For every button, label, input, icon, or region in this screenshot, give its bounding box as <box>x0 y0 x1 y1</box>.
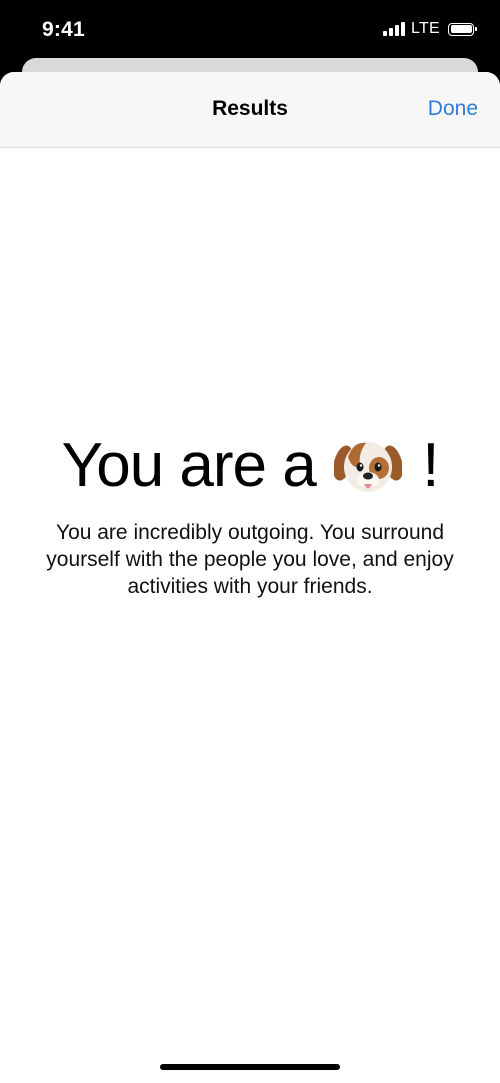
result-content: You are a ! You are incredibly outgoing.… <box>0 430 500 600</box>
done-button[interactable]: Done <box>428 97 478 121</box>
battery-icon <box>448 22 477 36</box>
status-bar: 9:41 LTE <box>0 0 500 60</box>
network-label: LTE <box>410 20 440 37</box>
signal-icon <box>382 22 405 36</box>
result-prefix: You are a <box>61 431 317 500</box>
status-indicators: LTE <box>382 20 477 38</box>
navigation-bar: Results Done <box>0 72 500 148</box>
result-description: You are incredibly outgoing. You surroun… <box>46 520 454 598</box>
result-suffix: ! <box>422 431 439 500</box>
dog-face-icon <box>333 441 402 492</box>
home-indicator[interactable] <box>160 1064 340 1070</box>
status-time: 9:41 <box>42 18 85 41</box>
result-title: You are a ! <box>0 430 500 507</box>
page-title: Results <box>212 97 288 120</box>
phone-screen: 9:41 LTE Results Done You are a ! You ar… <box>0 0 500 1083</box>
